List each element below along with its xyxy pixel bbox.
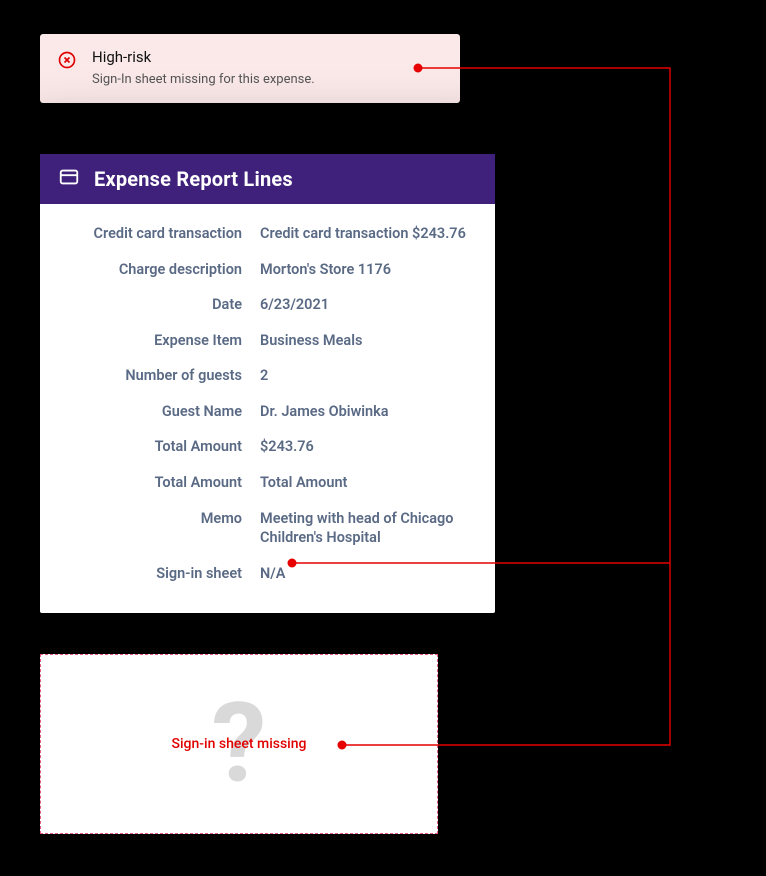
row-value: $243.76 (260, 437, 473, 457)
error-circle-icon (56, 49, 78, 71)
row-label: Total Amount (62, 473, 242, 493)
table-row: Number of guests 2 (62, 366, 473, 386)
row-value: N/A (260, 564, 473, 584)
table-row: Credit card transaction Credit card tran… (62, 224, 473, 244)
row-value: 2 (260, 366, 473, 386)
card-body: Credit card transaction Credit card tran… (40, 204, 495, 613)
row-value: 6/23/2021 (260, 295, 473, 315)
row-value: Meeting with head of Chicago Children's … (260, 509, 473, 548)
card-title: Expense Report Lines (94, 167, 293, 191)
table-row: Total Amount $243.76 (62, 437, 473, 457)
row-value: Total Amount (260, 473, 473, 493)
table-row: Memo Meeting with head of Chicago Childr… (62, 509, 473, 548)
table-row: Date 6/23/2021 (62, 295, 473, 315)
row-label: Memo (62, 509, 242, 529)
table-row: Guest Name Dr. James Obiwinka (62, 402, 473, 422)
table-row: Sign-in sheet N/A (62, 564, 473, 584)
card-icon (58, 166, 80, 192)
row-label: Number of guests (62, 366, 242, 386)
alert-title: High-risk (92, 48, 444, 66)
card-header: Expense Report Lines (40, 154, 495, 204)
alert-message: Sign-In sheet missing for this expense. (92, 72, 444, 87)
row-label: Total Amount (62, 437, 242, 457)
row-value: Credit card transaction $243.76 (260, 224, 473, 244)
row-label: Sign-in sheet (62, 564, 242, 584)
row-value: Morton's Store 1176 (260, 260, 473, 280)
table-row: Charge description Morton's Store 1176 (62, 260, 473, 280)
sign-in-sheet-placeholder: ? Sign-in sheet missing (40, 654, 438, 834)
row-label: Guest Name (62, 402, 242, 422)
table-row: Expense Item Business Meals (62, 331, 473, 351)
table-row: Total Amount Total Amount (62, 473, 473, 493)
missing-label: Sign-in sheet missing (172, 736, 307, 752)
alert-body: High-risk Sign-In sheet missing for this… (92, 48, 444, 87)
row-label: Expense Item (62, 331, 242, 351)
row-value: Dr. James Obiwinka (260, 402, 473, 422)
expense-report-card: Expense Report Lines Credit card transac… (40, 154, 495, 613)
row-label: Date (62, 295, 242, 315)
row-label: Charge description (62, 260, 242, 280)
row-value: Business Meals (260, 331, 473, 351)
high-risk-alert: High-risk Sign-In sheet missing for this… (40, 34, 460, 103)
row-label: Credit card transaction (62, 224, 242, 244)
